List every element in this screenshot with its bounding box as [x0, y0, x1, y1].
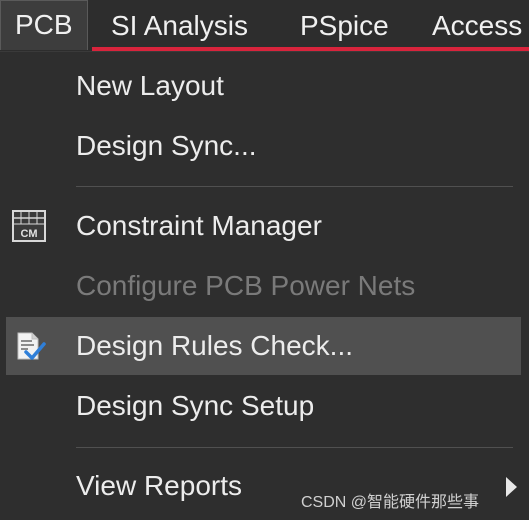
menu-item-label: Configure PCB Power Nets	[76, 270, 416, 301]
menu-item-new-layout[interactable]: New Layout	[6, 57, 521, 115]
constraint-manager-icon: CM	[12, 210, 46, 242]
menu-item-label: Design Sync Setup	[76, 390, 315, 421]
menu-item-label: Constraint Manager	[76, 210, 322, 241]
menu-item-design-sync-setup[interactable]: Design Sync Setup	[6, 377, 521, 435]
design-rules-check-icon	[12, 330, 46, 362]
menu-bar: PCB SI Analysis PSpice Access	[0, 0, 529, 52]
watermark: CSDN @智能硬件那些事	[301, 494, 480, 511]
menu-separator	[76, 447, 513, 448]
menu-item-configure-pcb-power-nets: Configure PCB Power Nets	[6, 257, 521, 315]
menu-item-label: View Reports	[76, 470, 243, 501]
menu-si-analysis[interactable]: SI Analysis	[111, 0, 248, 52]
menu-separator	[76, 186, 513, 187]
svg-text:CM: CM	[20, 228, 37, 240]
menu-access[interactable]: Access	[432, 0, 522, 52]
menu-pspice[interactable]: PSpice	[300, 0, 389, 52]
menu-item-label: New Layout	[76, 70, 224, 101]
menu-item-label: Design Sync...	[76, 130, 257, 161]
pcb-dropdown-menu: New Layout Design Sync... CM Constraint …	[0, 52, 529, 520]
menubar-accent-line	[92, 47, 529, 51]
menu-pcb[interactable]: PCB	[0, 0, 88, 50]
menu-item-design-sync[interactable]: Design Sync...	[6, 117, 521, 175]
menu-item-design-rules-check[interactable]: Design Rules Check...	[6, 317, 521, 375]
menu-item-constraint-manager[interactable]: CM Constraint Manager	[6, 197, 521, 255]
submenu-arrow-icon	[506, 477, 517, 497]
menu-item-label: Design Rules Check...	[76, 330, 354, 361]
